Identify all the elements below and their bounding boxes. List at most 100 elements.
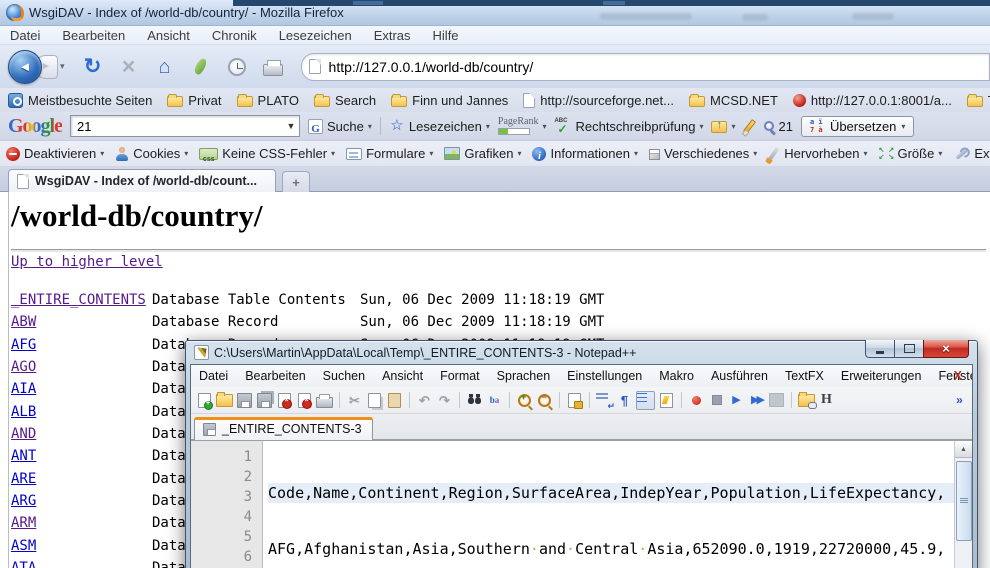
google-bookmarks-button[interactable]: Lesezeichen▾ xyxy=(389,118,490,134)
bookmark-folder-privat[interactable]: Privat xyxy=(167,93,221,108)
entry-link[interactable]: AIA xyxy=(11,381,36,397)
np-menu-einstellungen[interactable]: Einstellungen xyxy=(567,369,642,383)
bookmark-folder-plato[interactable]: PLATO xyxy=(237,93,299,108)
copy-button[interactable] xyxy=(366,392,383,409)
url-bar[interactable]: http://127.0.0.1/world-db/country/ xyxy=(301,53,990,81)
entry-link[interactable]: ARG xyxy=(11,493,36,509)
minimize-button[interactable] xyxy=(865,340,895,358)
toolbar-overflow-button[interactable]: » xyxy=(951,392,968,409)
notepad-tab-active[interactable]: _ENTIRE_CONTENTS-3 xyxy=(194,417,373,440)
dev-tools-menu[interactable]: Extras▾ xyxy=(953,146,990,161)
highlighter-button[interactable] xyxy=(743,119,756,134)
paste-button[interactable] xyxy=(386,392,403,409)
menu-item-chronik[interactable]: Chronik xyxy=(212,28,257,43)
menu-item-extras[interactable]: Extras xyxy=(374,28,411,43)
menu-item-bearbeiten[interactable]: Bearbeiten xyxy=(62,28,125,43)
scrollbar-thumb[interactable] xyxy=(956,461,972,541)
indent-guide-button[interactable] xyxy=(636,391,655,410)
undo-button[interactable]: ↶ xyxy=(416,392,433,409)
dev-resize-menu[interactable]: Größe▾ xyxy=(878,146,942,161)
code-area[interactable]: Code,Name,Continent,Region,SurfaceArea,I… xyxy=(263,441,954,568)
google-search-input[interactable] xyxy=(71,119,283,134)
np-menu-bearbeiten[interactable]: Bearbeiten xyxy=(245,369,305,383)
pagerank-widget[interactable]: PageRank ▾ xyxy=(498,117,547,135)
open-file-button[interactable] xyxy=(216,392,233,409)
dev-css-menu[interactable]: Keine CSS-Fehler▾ xyxy=(199,146,335,161)
zoom-out-button[interactable] xyxy=(536,392,553,409)
zoom-in-button[interactable] xyxy=(516,392,533,409)
url-text[interactable]: http://127.0.0.1/world-db/country/ xyxy=(329,59,534,75)
word-find-button[interactable]: 21 xyxy=(764,119,792,134)
np-menu-format[interactable]: Format xyxy=(440,369,480,383)
redo-button[interactable]: ↷ xyxy=(436,392,453,409)
up-level-link[interactable]: Up to higher level xyxy=(11,254,163,270)
macro-multi-play-button[interactable]: ▶▶ xyxy=(748,392,765,409)
bookmark-folder-search[interactable]: Search xyxy=(314,93,376,108)
np-menu-makro[interactable]: Makro xyxy=(659,369,694,383)
close-doc-button[interactable] xyxy=(276,392,293,409)
np-menu-suchen[interactable]: Suchen xyxy=(323,369,365,383)
word-wrap-button[interactable] xyxy=(596,392,613,409)
entry-link[interactable]: AND xyxy=(11,426,36,442)
save-all-button[interactable] xyxy=(256,392,273,409)
macro-record-button[interactable] xyxy=(688,392,705,409)
new-tab-button[interactable]: + xyxy=(282,171,310,193)
show-all-chars-button[interactable]: ¶ xyxy=(616,392,633,409)
bookmark-folder-tree-samples[interactable]: Tree Samples xyxy=(967,93,990,108)
close-button[interactable] xyxy=(923,340,969,358)
close-all-button[interactable] xyxy=(296,392,313,409)
history-button[interactable] xyxy=(223,53,251,81)
history-dropdown-icon[interactable]: ▾ xyxy=(60,61,65,72)
np-menu-erweiterungen[interactable]: Erweiterungen xyxy=(841,369,922,383)
macro-save-button[interactable] xyxy=(768,392,785,409)
send-to-button[interactable]: ▾ xyxy=(711,119,735,133)
tab-wsgidav[interactable]: WsgiDAV - Index of /world-db/count... xyxy=(8,169,276,192)
bookmark-localhost-8001[interactable]: http://127.0.0.1:8001/a... xyxy=(793,93,952,108)
entry-link[interactable]: ASM xyxy=(11,538,36,554)
restore-zoom-button[interactable] xyxy=(566,392,583,409)
np-menu-close-doc[interactable]: X xyxy=(954,369,962,383)
vertical-scrollbar[interactable]: ▲ xyxy=(954,441,972,568)
search-dropdown-icon[interactable]: ▼ xyxy=(283,116,299,136)
bookmark-folder-mcsd[interactable]: MCSD.NET xyxy=(689,93,778,108)
menu-item-ansicht[interactable]: Ansicht xyxy=(147,28,190,43)
function-completion-button[interactable] xyxy=(658,392,675,409)
maximize-button[interactable] xyxy=(894,340,924,358)
google-search-button[interactable]: Suche▾ xyxy=(308,119,372,134)
np-menu-textfx[interactable]: TextFX xyxy=(785,369,824,383)
np-menu-sprachen[interactable]: Sprachen xyxy=(497,369,551,383)
dev-outline-menu[interactable]: Hervorheben▾ xyxy=(768,146,867,161)
find-button[interactable] xyxy=(466,392,483,409)
entry-link[interactable]: ANT xyxy=(11,448,36,464)
macro-stop-button[interactable] xyxy=(708,392,725,409)
notepad-titlebar[interactable]: C:\Users\Martin\AppData\Local\Temp\_ENTI… xyxy=(190,341,973,364)
spellcheck-button[interactable]: Rechtschreibprüfung▾ xyxy=(554,118,703,134)
cut-button[interactable]: ✂ xyxy=(346,392,363,409)
translate-button[interactable]: Übersetzen▾ xyxy=(801,116,915,137)
dev-images-menu[interactable]: Grafiken▾ xyxy=(444,146,521,161)
entry-link[interactable]: ATA xyxy=(11,560,36,568)
entry-link[interactable]: AGO xyxy=(11,359,36,375)
dev-cookies-menu[interactable]: Cookies▾ xyxy=(115,146,188,161)
dev-misc-menu[interactable]: Verschiedenes▾ xyxy=(649,146,757,161)
dev-disable-menu[interactable]: Deaktivieren▾ xyxy=(6,146,104,161)
entry-link[interactable]: ARM xyxy=(11,515,36,531)
entry-link[interactable]: ARE xyxy=(11,471,36,487)
new-file-button[interactable] xyxy=(196,392,213,409)
feed-button[interactable] xyxy=(187,53,215,81)
replace-button[interactable]: ba xyxy=(486,392,503,409)
bookmark-most-visited[interactable]: Meistbesuchte Seiten xyxy=(8,93,152,108)
entry-link[interactable]: AFG xyxy=(11,337,36,353)
save-button[interactable] xyxy=(236,392,253,409)
menu-item-lesezeichen[interactable]: Lesezeichen xyxy=(279,28,352,43)
entry-link[interactable]: ALB xyxy=(11,404,36,420)
open-containing-folder-button[interactable] xyxy=(798,392,815,409)
dev-information-menu[interactable]: Informationen▾ xyxy=(532,146,638,161)
np-menu-ausfuehren[interactable]: Ausführen xyxy=(711,369,768,383)
np-menu-datei[interactable]: Datei xyxy=(199,369,228,383)
home-button[interactable]: ⌂ xyxy=(151,53,179,81)
macro-play-button[interactable]: ▶ xyxy=(728,392,745,409)
firefox-titlebar[interactable]: WsgiDAV - Index of /world-db/country/ - … xyxy=(0,0,990,26)
bookmark-folder-finn-und-jannes[interactable]: Finn und Jannes xyxy=(391,93,508,108)
view-in-html-button[interactable]: H xyxy=(818,392,835,409)
